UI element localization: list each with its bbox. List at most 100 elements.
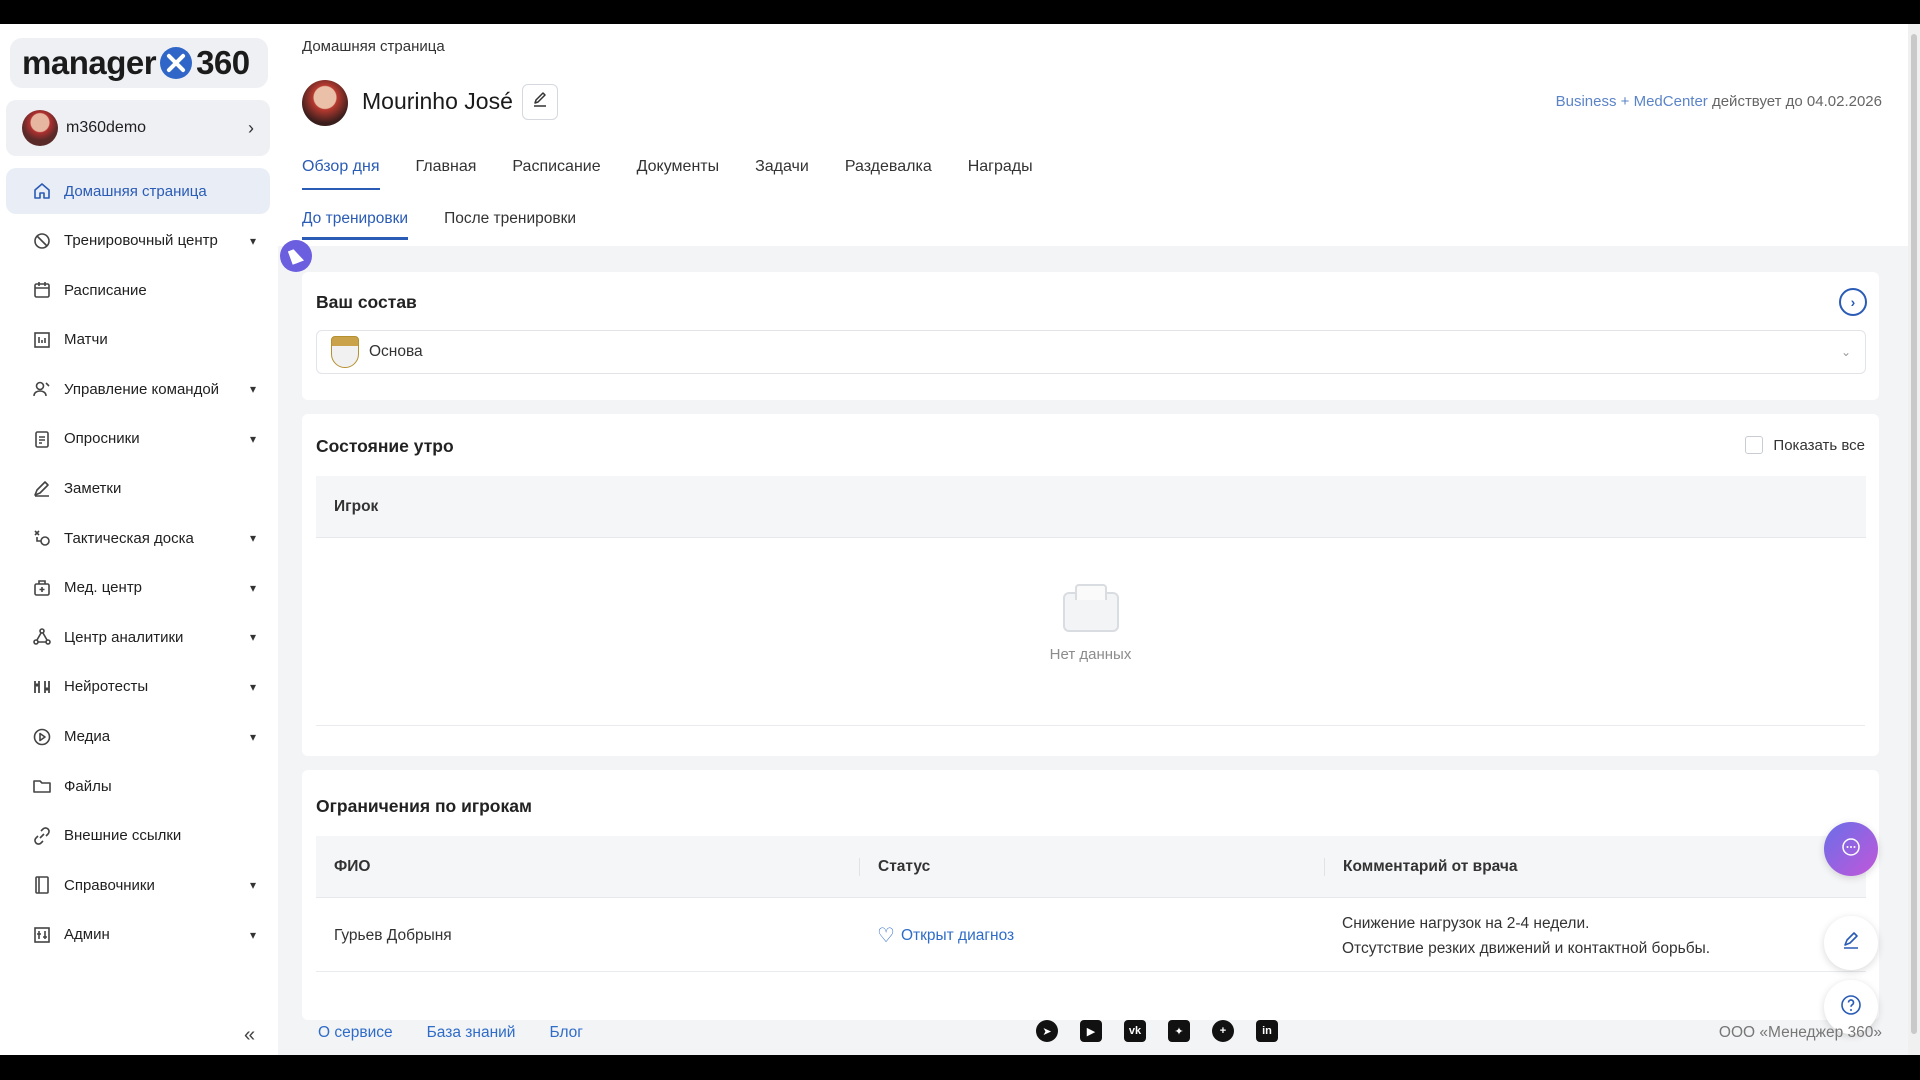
scoreboard-icon xyxy=(32,330,52,350)
sidebar-item-label: Справочники xyxy=(64,876,155,894)
plus-icon[interactable]: + xyxy=(1212,1020,1234,1042)
tab-awards[interactable]: Награды xyxy=(968,158,1033,190)
chat-button[interactable] xyxy=(1824,822,1878,876)
show-all-toggle[interactable]: Показать все xyxy=(1745,436,1865,454)
sidebar-item-tactics-board[interactable]: Тактическая доска ▾ xyxy=(6,515,270,561)
sidebar-item-media[interactable]: Медиа ▾ xyxy=(6,714,270,760)
sidebar-item-surveys[interactable]: Опросники ▾ xyxy=(6,416,270,462)
avatar xyxy=(302,80,348,126)
diagnosis-link[interactable]: ♡ Открыт диагноз xyxy=(877,923,1014,948)
footer-link-blog[interactable]: Блог xyxy=(549,1024,583,1042)
show-all-checkbox[interactable] xyxy=(1745,436,1764,454)
user-switcher[interactable]: m360demo › xyxy=(6,100,270,156)
sidebar-item-label: Нейротесты xyxy=(64,678,149,696)
tab-main[interactable]: Главная xyxy=(416,158,477,190)
squad-title: Ваш состав xyxy=(316,292,417,312)
telegram-icon[interactable]: ➤ xyxy=(1036,1020,1058,1042)
restrictions-card: Ограничения по игрокам ФИО Статус Коммен… xyxy=(302,770,1879,1020)
chevron-down-icon: ⌄ xyxy=(1840,345,1851,359)
tab-locker-room[interactable]: Раздевалка xyxy=(845,158,932,190)
page-title: Mourinho José xyxy=(362,88,513,114)
table-row[interactable]: Гурьев Добрыня ♡ Открыт диагноз Снижение… xyxy=(316,900,1866,972)
vk-icon[interactable]: vk xyxy=(1124,1020,1146,1042)
mouse-cursor-icon xyxy=(280,240,312,272)
quick-note-button[interactable] xyxy=(1824,916,1878,970)
player-name: Гурьев Добрыня xyxy=(334,926,452,944)
edit-profile-button[interactable] xyxy=(522,84,558,120)
table-header: ФИО Статус Комментарий от врача xyxy=(316,836,1866,898)
column-status[interactable]: Статус xyxy=(859,857,1324,876)
column-name[interactable]: ФИО xyxy=(316,858,859,876)
calendar-icon xyxy=(32,280,52,300)
chevron-down-icon: ▾ xyxy=(249,927,256,942)
plan-expiry: действует до 04.02.2026 xyxy=(1707,93,1882,110)
squad-select[interactable]: Основа ⌄ xyxy=(316,330,1866,374)
collapse-sidebar-icon[interactable]: « xyxy=(244,1024,255,1047)
scrollbar-thumb[interactable] xyxy=(1911,34,1917,1034)
footer-link-about[interactable]: О сервисе xyxy=(318,1024,393,1042)
sidebar-item-training-center[interactable]: Тренировочный центр ▾ xyxy=(6,218,270,264)
sidebar-item-notes[interactable]: Заметки xyxy=(6,466,270,512)
sidebar-item-neurotests[interactable]: Нейротесты ▾ xyxy=(6,664,270,710)
plan-name[interactable]: Business + MedCenter xyxy=(1556,93,1708,110)
sidebar-item-label: Матчи xyxy=(64,331,108,349)
yandex-zen-icon[interactable]: ✦ xyxy=(1168,1020,1190,1042)
sidebar-item-schedule[interactable]: Расписание xyxy=(6,267,270,313)
main-content: Домашняя страница Mourinho José Business… xyxy=(278,24,1920,1055)
empty-text: Нет данных xyxy=(1049,646,1132,663)
chevron-down-icon: ▾ xyxy=(249,878,256,893)
folder-icon xyxy=(32,776,52,796)
sidebar-item-admin[interactable]: Админ ▾ xyxy=(6,912,270,958)
morning-state-title: Состояние утро xyxy=(316,436,454,456)
sidebar-item-label: Управление командой xyxy=(64,380,220,398)
sidebar-item-label: Мед. центр xyxy=(64,579,143,597)
breadcrumb[interactable]: Домашняя страница xyxy=(302,38,445,55)
sidebar-item-matches[interactable]: Матчи xyxy=(6,317,270,363)
tab-tasks[interactable]: Задачи xyxy=(755,158,809,190)
youtube-icon[interactable]: ▶ xyxy=(1080,1020,1102,1042)
comment-line: Снижение нагрузок на 2-4 недели. xyxy=(1342,914,1590,932)
username: m360demo xyxy=(66,119,147,136)
social-links: ➤ ▶ vk ✦ + in xyxy=(1036,1020,1300,1042)
chevron-down-icon: ▾ xyxy=(249,233,256,248)
sidebar-item-home[interactable]: Домашняя страница xyxy=(6,168,270,214)
logo-text-left: manager xyxy=(22,44,157,81)
tab-day-overview[interactable]: Обзор дня xyxy=(302,158,380,190)
tab-documents[interactable]: Документы xyxy=(637,158,719,190)
logo-text-right: 360 xyxy=(196,44,250,81)
sidebar-item-label: Внешние ссылки xyxy=(64,827,182,845)
sidebar-item-references[interactable]: Справочники ▾ xyxy=(6,862,270,908)
column-doctor-comment[interactable]: Комментарий от врача xyxy=(1324,857,1866,876)
sidebar-item-med-center[interactable]: Мед. центр ▾ xyxy=(6,565,270,611)
chevron-down-icon: ▾ xyxy=(249,431,256,446)
sidebar-nav: Домашняя страница Тренировочный центр ▾ … xyxy=(6,168,270,962)
logo[interactable]: manager 360 xyxy=(10,38,268,88)
sidebar-item-analytics[interactable]: Центр аналитики ▾ xyxy=(6,614,270,660)
pen-icon xyxy=(32,479,52,499)
logo-mark-icon xyxy=(160,47,193,79)
chevron-down-icon: ▾ xyxy=(249,531,256,546)
chevron-down-icon: ▾ xyxy=(249,630,256,645)
morning-state-card: Состояние утро Показать все Игрок Нет да… xyxy=(302,414,1879,756)
empty-state: Нет данных xyxy=(302,584,1879,663)
sidebar-item-label: Админ xyxy=(64,926,110,944)
table-header: Игрок xyxy=(316,476,1866,538)
sidebar-item-external-links[interactable]: Внешние ссылки xyxy=(6,813,270,859)
arrow-right-circle-icon[interactable]: › xyxy=(1839,288,1867,316)
sidebar-item-files[interactable]: Файлы xyxy=(6,763,270,809)
sidebar-item-label: Тактическая доска xyxy=(64,529,194,547)
footer-link-knowledge-base[interactable]: База знаний xyxy=(427,1024,516,1042)
tab-before-training[interactable]: До тренировки xyxy=(302,210,409,240)
clipboard-icon xyxy=(32,429,52,449)
linkedin-icon[interactable]: in xyxy=(1256,1020,1278,1042)
column-player[interactable]: Игрок xyxy=(334,498,378,516)
sidebar-item-label: Заметки xyxy=(64,480,122,498)
squad-select-value: Основа xyxy=(369,343,423,360)
comment-line: Отсутствие резких движений и контактной … xyxy=(1342,939,1711,957)
sidebar-item-team-management[interactable]: Управление командой ▾ xyxy=(6,366,270,412)
tab-schedule[interactable]: Расписание xyxy=(512,158,600,190)
play-icon xyxy=(32,727,52,747)
tab-after-training[interactable]: После тренировки xyxy=(444,210,576,240)
tactics-icon xyxy=(32,528,52,548)
page-scrollbar[interactable] xyxy=(1908,24,1920,1055)
